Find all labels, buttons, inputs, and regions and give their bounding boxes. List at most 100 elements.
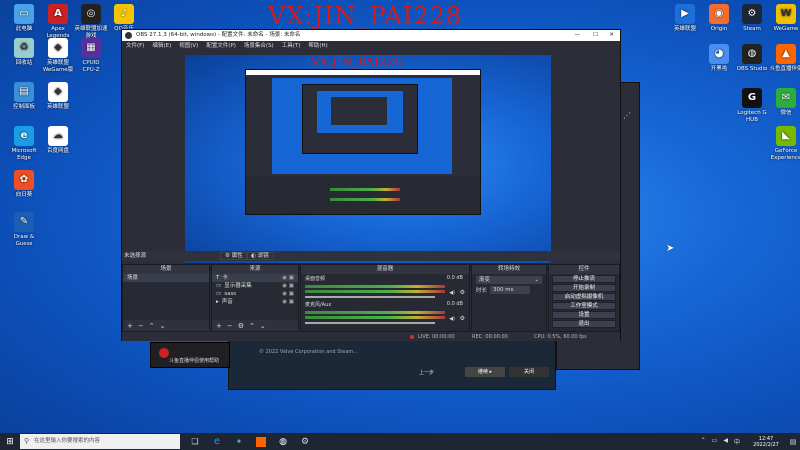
nested-obs-2: [302, 84, 418, 154]
desktop-icon-l10[interactable]: ☁ 百度网盘: [31, 126, 85, 155]
tray-volume-icon[interactable]: ◀: [723, 437, 728, 446]
taskbar-edge-icon[interactable]: e: [206, 433, 228, 450]
properties-button[interactable]: ⚙ 属性: [220, 252, 248, 260]
douyu-popup[interactable]: 斗鱼直播伴侣使用帮助: [150, 342, 230, 368]
control-button-3[interactable]: 工作室模式: [552, 302, 616, 310]
transition-select[interactable]: 渐变 ⌄: [476, 276, 542, 284]
taskbar-clock[interactable]: 12:47 2022/2/27: [746, 436, 786, 448]
obs-main-window: OBS 27.1.3 (64-bit, windows) - 配置文件: 未命名…: [121, 29, 621, 341]
speaker-icon[interactable]: ◀): [449, 290, 455, 296]
control-button-1[interactable]: 开始录制: [552, 284, 616, 292]
menu-item[interactable]: 视图(V): [179, 41, 198, 51]
desktop-icon-label: 百度网盘: [46, 148, 69, 154]
obs-titlebar[interactable]: OBS 27.1.3 (64-bit, windows) - 配置文件: 未命名…: [122, 30, 620, 41]
mixer-channel-name: 桌面音频: [305, 276, 326, 282]
desktop-icon-r8[interactable]: ✉ 微信: [759, 88, 800, 117]
controls-header: 控件: [549, 265, 619, 274]
taskbar-app-icon[interactable]: ✦: [228, 433, 250, 450]
prev-button[interactable]: 上一步: [419, 369, 434, 376]
notification-icon[interactable]: ▤: [786, 438, 800, 446]
start-button[interactable]: ⊞: [0, 433, 20, 450]
desktop-icon-label: 斗鱼直播伴侣: [769, 66, 800, 72]
mixer-db: 0.0 dB: [446, 275, 463, 281]
speaker-icon[interactable]: ◀): [449, 316, 455, 322]
add-source-icon[interactable]: +: [216, 322, 222, 330]
control-button-4[interactable]: 设置: [552, 311, 616, 319]
minimize-icon[interactable]: —: [575, 30, 581, 41]
move-down-icon[interactable]: ⌄: [160, 322, 166, 330]
source-name: sass: [224, 291, 237, 297]
close-icon[interactable]: ✕: [609, 30, 614, 41]
taskbar-obs-icon[interactable]: [250, 433, 272, 450]
wechat-icon: ✉: [776, 88, 796, 108]
preview-canvas[interactable]: VX:JIN_PAI228: [185, 55, 551, 271]
mixer-channel: 桌面音频 0.0 dB ◀) ⚙: [301, 274, 469, 300]
source-item[interactable]: ▸ 声音 ◉ ▣: [212, 298, 298, 306]
menu-item[interactable]: 编辑(E): [152, 41, 171, 51]
obs-title-icon: [125, 32, 132, 39]
scenes-dock: 场景 场景 + − ⌃ ⌄: [122, 264, 210, 332]
volume-slider[interactable]: [305, 322, 435, 324]
source-visibility-icon[interactable]: ◉ ▣: [282, 274, 298, 282]
source-down-icon[interactable]: ⌄: [260, 322, 266, 330]
desktop-icon-r3[interactable]: W WeGame: [759, 4, 800, 33]
menu-item[interactable]: 场景集合(S): [244, 41, 274, 51]
remove-scene-icon[interactable]: −: [138, 322, 144, 330]
source-visibility-icon[interactable]: ◉ ▣: [282, 282, 298, 290]
sources-buttons: + − ⚙ ⌃ ⌄: [212, 320, 298, 331]
gear-icon[interactable]: ⚙: [460, 315, 465, 322]
duration-input[interactable]: 300 ms: [490, 286, 531, 294]
source-visibility-icon[interactable]: ◉ ▣: [282, 290, 298, 298]
scenes-header: 场景: [123, 265, 209, 274]
source-settings-icon[interactable]: ⚙: [238, 322, 244, 330]
gear-icon[interactable]: ⚙: [460, 289, 465, 296]
source-up-icon[interactable]: ⌃: [249, 322, 255, 330]
scene-item[interactable]: 场景: [123, 274, 209, 282]
mixer-channel-name: 麦克风/Aux: [305, 302, 332, 308]
desktop-icon-l6[interactable]: ▦ CPUID CPU-Z: [64, 38, 118, 73]
remove-source-icon[interactable]: −: [227, 322, 233, 330]
task-view-icon[interactable]: ❏: [184, 433, 206, 450]
desktop-icon-l12[interactable]: ✎ Draw & Guess: [0, 212, 51, 247]
controls-dock: 控件 停止推流 开始录制 启动虚拟摄像机 工作室模式 设置 退出: [548, 264, 620, 332]
source-item[interactable]: T 卡 ◉ ▣: [212, 274, 298, 282]
desktop-icon-r9[interactable]: ◣ GeForce Experience: [759, 126, 800, 161]
desktop-icon-l8[interactable]: ◆ 英雄联盟: [31, 82, 85, 111]
watermark-text: VX:JIN_PAI228: [268, 2, 463, 30]
nested-obs-1: [245, 69, 481, 215]
menu-item[interactable]: 配置文件(P): [206, 41, 236, 51]
maximize-icon[interactable]: ☐: [593, 30, 598, 41]
preview-area[interactable]: VX:JIN_PAI228: [122, 51, 620, 277]
tray-up-icon[interactable]: ⌃: [701, 437, 706, 446]
filters-button[interactable]: ◐ 滤镜: [246, 252, 274, 260]
control-button-5[interactable]: 退出: [552, 320, 616, 328]
add-scene-icon[interactable]: +: [127, 322, 133, 330]
desktop-icon-r6[interactable]: ▲ 斗鱼直播伴侣: [759, 44, 800, 73]
menu-item[interactable]: 工具(T): [282, 41, 301, 51]
transitions-dock: 转场特效 渐变 ⌄ 时长 300 ms: [471, 264, 547, 332]
source-type-icon: ▭: [216, 283, 222, 289]
move-up-icon[interactable]: ⌃: [149, 322, 155, 330]
source-visibility-icon[interactable]: ◉ ▣: [282, 298, 298, 306]
volume-slider[interactable]: [305, 296, 435, 298]
menu-item[interactable]: 文件(F): [126, 41, 144, 51]
taskbar-search[interactable]: ⚲ 在这里输入你要搜索的内容: [20, 434, 180, 449]
source-type-icon: T: [216, 275, 220, 281]
continue-button[interactable]: 继续 ▸: [465, 367, 505, 377]
control-button-0[interactable]: 停止推流: [552, 275, 616, 283]
source-name: 显示器采集: [224, 283, 252, 289]
tray-ime-icon[interactable]: 中: [734, 437, 740, 446]
tray-network-icon[interactable]: ▭: [712, 437, 718, 446]
search-icon: ⚲: [24, 437, 30, 445]
share-icon[interactable]: ⋰: [623, 111, 631, 120]
taskbar-douyu-icon[interactable]: ◍: [272, 433, 294, 450]
source-item[interactable]: ▭ 显示器采集 ◉ ▣: [212, 282, 298, 290]
taskbar-steam-icon[interactable]: ⚙: [294, 433, 316, 450]
nested-preview-1: [272, 78, 452, 174]
close-button[interactable]: 关闭: [509, 367, 549, 377]
source-item[interactable]: ▭ sass ◉ ▣: [212, 290, 298, 298]
tray-icons[interactable]: ⌃ ▭ ◀ 中: [701, 437, 746, 446]
control-button-2[interactable]: 启动虚拟摄像机: [552, 293, 616, 301]
menu-item[interactable]: 帮助(H): [308, 41, 327, 51]
desktop-icon-l11[interactable]: ✿ 向日葵: [0, 170, 51, 199]
